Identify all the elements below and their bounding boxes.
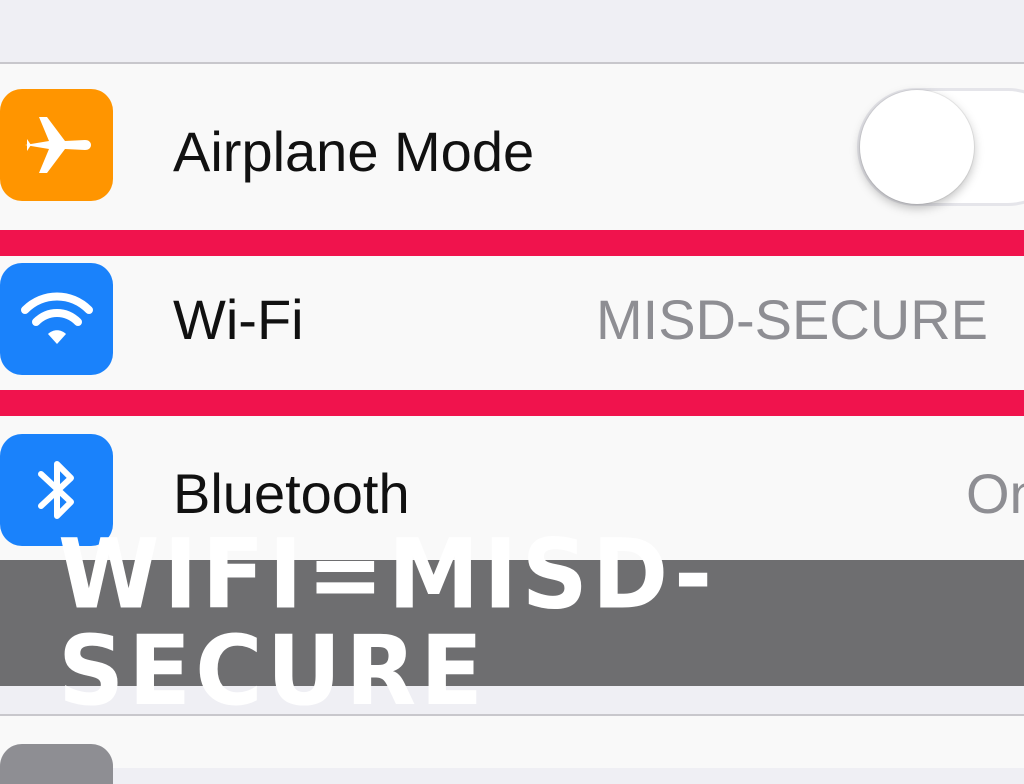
wifi-icon xyxy=(0,263,113,375)
row-airplane-mode[interactable]: Airplane Mode xyxy=(0,64,1024,232)
wifi-highlight-top xyxy=(0,230,1024,256)
wifi-highlight-bottom xyxy=(0,390,1024,416)
caption-text: WIFI=MISD-SECURE xyxy=(58,518,717,727)
top-background xyxy=(0,0,1024,62)
caption-banner: WIFI=MISD-SECURE xyxy=(0,526,1024,719)
bluetooth-status-value: On xyxy=(966,462,1024,525)
settings-row-icon-partial xyxy=(0,744,113,784)
airplane-mode-label: Airplane Mode xyxy=(173,120,535,183)
airplane-mode-toggle[interactable] xyxy=(857,88,1024,206)
settings-group: Airplane Mode Wi-Fi MISD-SECURE Bluetoot… xyxy=(0,64,1024,560)
airplane-icon xyxy=(0,89,113,201)
wifi-network-value: MISD-SECURE xyxy=(596,288,989,351)
bluetooth-label: Bluetooth xyxy=(173,462,410,525)
toggle-knob xyxy=(860,90,974,204)
bottom-settings-group xyxy=(0,716,1024,768)
row-wifi[interactable]: Wi-Fi MISD-SECURE xyxy=(0,256,1024,392)
wifi-label: Wi-Fi xyxy=(173,288,304,351)
